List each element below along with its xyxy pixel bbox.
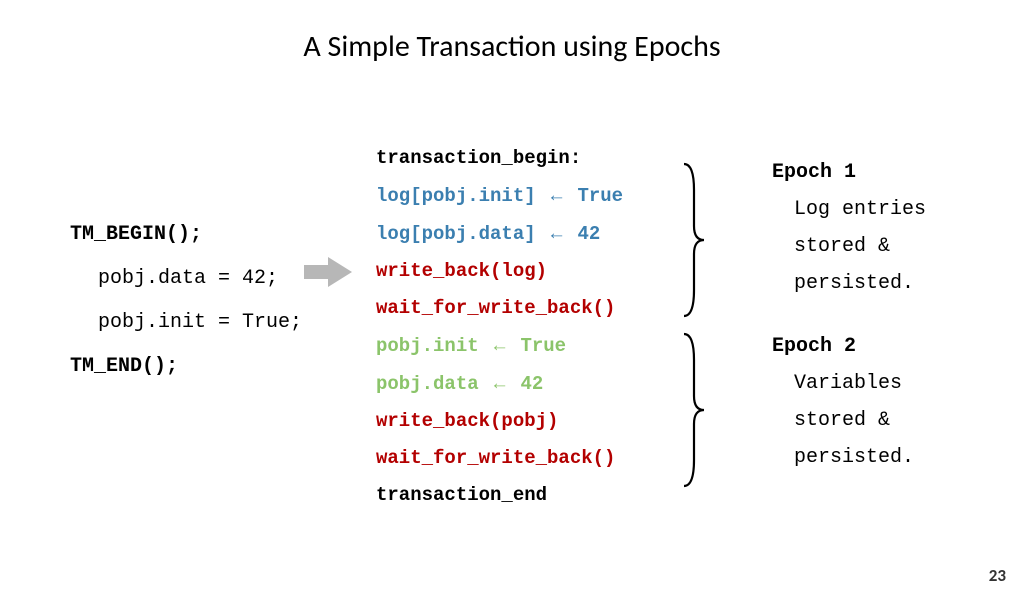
assign-arrow-icon: ←: [490, 335, 509, 356]
code-line: log[pobj.init] ← True: [376, 177, 623, 215]
curly-brace-icon: [680, 160, 706, 320]
code-token: pobj.init: [376, 335, 479, 357]
epoch-heading: Epoch 2: [772, 328, 914, 365]
code-token: True: [577, 185, 623, 207]
epoch-body: persisted.: [772, 439, 914, 476]
source-code-left: TM_BEGIN(); pobj.data = 42; pobj.init = …: [70, 213, 302, 389]
assign-arrow-icon: ←: [547, 223, 566, 244]
code-token: 42: [520, 373, 543, 395]
code-line: wait_for_write_back(): [376, 290, 623, 327]
code-line: TM_END();: [70, 345, 302, 389]
epoch-body: persisted.: [772, 265, 926, 302]
code-line: pobj.data ← 42: [376, 365, 623, 403]
code-line: pobj.init ← True: [376, 327, 623, 365]
epoch-body: stored &: [772, 402, 914, 439]
code-line: TM_BEGIN();: [70, 213, 302, 257]
code-line: pobj.data = 42;: [70, 257, 302, 301]
curly-brace-icon: [680, 330, 706, 490]
code-token: 42: [577, 223, 600, 245]
code-line: pobj.init = True;: [70, 301, 302, 345]
epoch-body: Log entries: [772, 191, 926, 228]
assign-arrow-icon: ←: [547, 185, 566, 206]
code-line: write_back(pobj): [376, 403, 623, 440]
epoch-body: Variables: [772, 365, 914, 402]
epoch-2-annotation: Epoch 2 Variables stored & persisted.: [772, 328, 914, 476]
code-token: True: [520, 335, 566, 357]
epoch-body: stored &: [772, 228, 926, 265]
code-line: transaction_begin:: [376, 140, 623, 177]
code-token: log[pobj.init]: [376, 185, 536, 207]
code-token: log[pobj.data]: [376, 223, 536, 245]
code-line: transaction_end: [376, 477, 623, 514]
code-line: log[pobj.data] ← 42: [376, 215, 623, 253]
assign-arrow-icon: ←: [490, 373, 509, 394]
transaction-code: transaction_begin: log[pobj.init] ← True…: [376, 140, 623, 514]
code-line: write_back(log): [376, 253, 623, 290]
arrow-right-icon: [304, 257, 352, 287]
code-token: pobj.data: [376, 373, 479, 395]
epoch-1-annotation: Epoch 1 Log entries stored & persisted.: [772, 154, 926, 302]
code-line: wait_for_write_back(): [376, 440, 623, 477]
epoch-heading: Epoch 1: [772, 154, 926, 191]
slide-title: A Simple Transaction using Epochs: [0, 28, 1024, 65]
